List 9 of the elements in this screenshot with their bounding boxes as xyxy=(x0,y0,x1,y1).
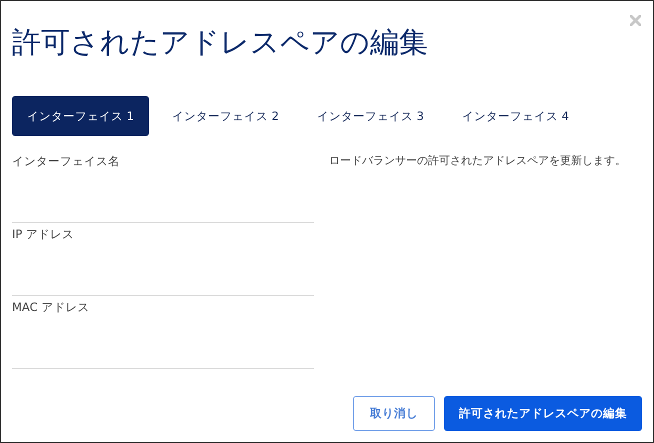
cancel-button[interactable]: 取り消し xyxy=(353,396,435,431)
submit-button[interactable]: 許可されたアドレスペアの編集 xyxy=(444,396,642,431)
field-label: IP アドレス xyxy=(12,226,75,242)
description-text: ロードバランサーの許可されたアドレスペアを更新します。 xyxy=(329,153,626,169)
dialog-title: 許可されたアドレスペアの編集 xyxy=(12,24,429,61)
field-label: MAC アドレス xyxy=(12,299,90,315)
close-icon[interactable] xyxy=(630,15,641,26)
tab[interactable]: インターフェイス 1 xyxy=(12,96,149,136)
field-label: インターフェイス名 xyxy=(12,153,121,169)
